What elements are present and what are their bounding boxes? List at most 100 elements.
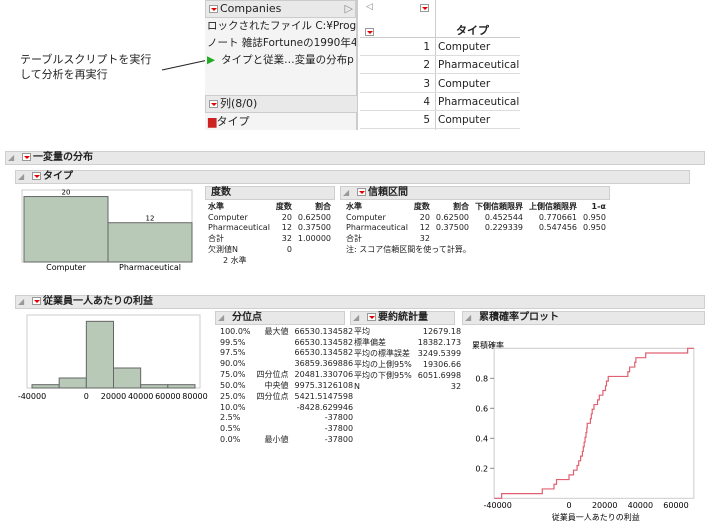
x-tick-label: 60000 — [663, 501, 688, 510]
cell: 0.547456 — [538, 223, 578, 233]
y-tick-label: 0.2 — [475, 464, 488, 473]
type-header[interactable]: ◢ タイプ — [15, 170, 690, 184]
red-triangle-menu-icon[interactable] — [22, 153, 31, 161]
summary-header[interactable]: ◢ 要約統計量 — [350, 311, 455, 325]
row-number[interactable]: 3 — [360, 75, 430, 93]
table-row: 75.0% 四分位点 20481.330706 — [217, 369, 356, 380]
table-row[interactable]: 2 Pharmaceutical — [360, 56, 520, 75]
table-row[interactable]: 3 Computer — [360, 75, 520, 93]
cell: 6051.6998 — [417, 371, 462, 380]
table-row[interactable]: 5 Computer — [360, 111, 520, 130]
cell: 20 — [419, 212, 430, 222]
cell-type[interactable]: Pharmaceutical — [438, 96, 519, 108]
cell: 36859.369886 — [294, 358, 354, 368]
column-header[interactable]: タイプ — [456, 22, 489, 38]
freq-table: 水準 度数 割合 Computer 20 0.62500 Pharmaceutical 12… — [205, 201, 334, 266]
col-header: 度数 — [275, 202, 292, 211]
row-menu-icon[interactable] — [365, 27, 374, 36]
freq-header[interactable]: 度数 — [205, 186, 335, 200]
y-tick-label: 0.6 — [475, 404, 488, 413]
table-row[interactable]: 1 Computer — [360, 38, 520, 56]
histogram-bar — [85, 320, 115, 389]
column-menu-icon[interactable] — [420, 3, 429, 12]
columns-header[interactable]: 列(8/0) — [205, 95, 358, 113]
red-triangle-menu-icon[interactable] — [209, 5, 218, 13]
profit-header[interactable]: ◢ 従業員一人あたりの利益 — [15, 295, 705, 309]
cell: 5421.5147598 — [294, 391, 354, 401]
col-header: 割合 — [453, 202, 470, 211]
cell: 最大値 — [264, 327, 289, 336]
cell: 標準偏差 — [354, 338, 386, 347]
cell — [580, 233, 609, 244]
x-tick-label: -40000 — [18, 392, 46, 401]
cell-type[interactable]: Computer — [438, 41, 490, 53]
profit-histogram: -40000 0 20000 40000 60000 80000 — [18, 314, 208, 401]
cell: -37800 — [324, 413, 354, 423]
table-row: 99.5% 66530.134582 — [217, 337, 356, 348]
callout-line: テーブルスクリプトを実行 — [20, 53, 152, 66]
cell — [526, 233, 580, 244]
collapse-right-icon[interactable]: ▷ — [345, 1, 353, 17]
x-tick-label: 80000 — [182, 392, 207, 401]
cdf-header[interactable]: ◢ 累積確率プロット — [462, 311, 705, 325]
table-row: 90.0% 36859.369886 — [217, 358, 356, 369]
col-header: 水準 — [346, 202, 362, 211]
red-triangle-menu-icon[interactable] — [367, 313, 376, 321]
table-row[interactable]: 4 Pharmaceutical — [360, 93, 520, 111]
row-number[interactable]: 5 — [360, 111, 430, 129]
red-triangle-menu-icon[interactable] — [357, 188, 366, 196]
category-label: Computer — [46, 263, 86, 272]
cell: 9975.3126108 — [294, 380, 354, 390]
cdf-plot: 累積確率0.20.40.60.8-40000 0 20000 40000 60000従業… — [472, 340, 695, 522]
table-row: 100.0% 最大値 66530.134582 — [217, 326, 356, 337]
red-triangle-menu-icon[interactable] — [32, 297, 41, 305]
row-number[interactable]: 4 — [360, 93, 430, 111]
section-title: 要約統計量 — [378, 312, 428, 323]
col-header: 割合 — [315, 202, 332, 211]
cell: 12 — [419, 223, 430, 233]
cell: 3249.5399 — [417, 349, 462, 358]
cell: 0.229339 — [484, 223, 524, 233]
cell-type[interactable]: Computer — [438, 78, 490, 90]
notes-item[interactable]: ノート 雑誌Fortuneの1990年4 — [207, 35, 356, 52]
missing-label: 欠測値N — [208, 245, 238, 255]
bar-value-label: 12 — [146, 215, 155, 223]
collapse-left-icon[interactable]: ◁ — [366, 2, 373, 12]
red-triangle-menu-icon[interactable] — [209, 100, 218, 108]
section-title: 従業員一人あたりの利益 — [43, 296, 153, 307]
report-header[interactable]: ◢ 一変量の分布 — [5, 151, 705, 165]
row-number[interactable]: 2 — [360, 56, 430, 74]
cell: 99.5% — [220, 337, 246, 347]
red-triangle-menu-icon[interactable] — [32, 172, 41, 180]
cell: Pharmaceutical — [208, 223, 270, 233]
report-title: 一変量の分布 — [33, 152, 93, 163]
x-tick-label: -40000 — [484, 501, 512, 510]
section-title: 分位点 — [232, 312, 262, 323]
cell-type[interactable]: Computer — [438, 114, 490, 126]
x-tick-label: 60000 — [155, 392, 180, 401]
row-number[interactable]: 1 — [360, 38, 430, 56]
column-item[interactable]: ▆タイプ — [208, 113, 249, 129]
cell: 10.0% — [220, 402, 246, 412]
table-row: 合計 32 — [343, 233, 609, 244]
script-item[interactable]: ▶ タイプと従業…変量の分布p — [207, 52, 356, 69]
table-row: Computer 20 0.62500 0.452544 0.770661 0.950 — [343, 212, 609, 223]
section-title: タイプ — [43, 171, 73, 182]
cell: 20481.330706 — [294, 369, 354, 379]
cell: 12679.18 — [422, 327, 462, 336]
table-row: 平均 12679.18 — [351, 326, 464, 337]
cell: 20 — [281, 212, 292, 222]
ci-header[interactable]: ◢ 信頼区間 — [340, 186, 610, 200]
table-row: 97.5% 66530.134582 — [217, 348, 356, 359]
cell — [254, 412, 292, 423]
histogram-bar — [58, 377, 87, 389]
table-name-header[interactable]: Companies ▷ — [205, 0, 356, 18]
cell: 0.0% — [220, 434, 241, 444]
locked-file-item[interactable]: ロックされたファイル C:¥Progr — [207, 18, 356, 35]
quantiles-header[interactable]: ◢ 分位点 — [215, 311, 345, 325]
cell: 0.37500 — [297, 223, 332, 233]
table-row: 平均の上側95% 19306.66 — [351, 359, 464, 370]
cell-type[interactable]: Pharmaceutical — [438, 59, 519, 71]
cell: 19306.66 — [422, 360, 462, 369]
run-script-icon[interactable]: ▶ — [207, 54, 215, 66]
